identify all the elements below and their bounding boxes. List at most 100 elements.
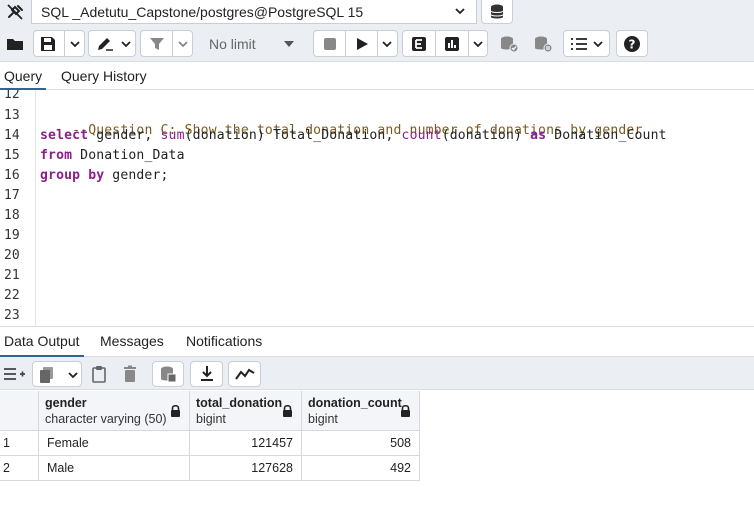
save-data-button[interactable] [152,361,184,387]
sql-text: Donation_Data [72,148,185,163]
cell-gender[interactable]: Male [39,456,190,481]
code-line: from Donation_Data [40,148,185,163]
query-tabs: Query Query History [0,63,754,90]
execute-button[interactable] [346,31,377,56]
cell-total-donation[interactable]: 127628 [190,456,302,481]
paste-icon [92,366,106,383]
result-tabs: Data Output Messages Notifications [0,326,754,357]
row-limit-value: No limit [209,35,256,52]
sql-text: (donation) [441,128,531,143]
lock-icon [283,404,292,417]
sql-keyword: as [530,128,547,143]
download-button[interactable] [190,361,223,387]
line-number: 13 [4,108,20,123]
copy-icon [40,367,53,383]
sql-text: (donation) Total_Donation, [184,128,402,143]
sql-keyword: group by [40,168,105,183]
chevron-down-icon [593,41,603,48]
explain-analyze-button[interactable] [436,31,468,56]
chevron-down-icon[interactable] [177,39,189,49]
stop-icon [323,37,336,50]
column-type: bigint [308,412,338,426]
tab-query[interactable]: Query [0,63,47,90]
bar-chart-icon [445,36,459,51]
column-header-total-donation[interactable]: total_donation bigint [190,391,302,431]
explain-group [402,30,488,57]
connection-select[interactable]: SQL _Adetutu_Capstone/postgres@PostgreSQ… [31,0,477,24]
lock-icon [171,404,180,417]
code-line: group by gender; [40,168,169,183]
row-limit-select[interactable]: No limit [199,30,306,57]
tab-data-output[interactable]: Data Output [0,327,84,357]
explain-button[interactable] [403,31,435,56]
paste-button[interactable] [86,361,112,387]
execute-group [313,30,398,57]
connection-bar: SQL _Adetutu_Capstone/postgres@PostgreSQ… [0,0,754,24]
plug-off-icon[interactable] [0,0,30,24]
tab-notifications[interactable]: Notifications [182,327,266,357]
commit-button[interactable] [493,30,525,57]
cell-gender[interactable]: Female [39,431,190,456]
chevron-down-icon[interactable] [381,39,393,49]
save-button[interactable] [33,30,85,57]
chevron-down-icon[interactable] [472,39,484,49]
sql-function: sum [160,128,185,143]
code-line: select gender, sum(donation) Total_Donat… [40,128,667,143]
sql-function: count [401,128,442,143]
cell-donation-count[interactable]: 508 [302,431,420,456]
database-icon[interactable] [481,0,513,24]
tab-query-history[interactable]: Query History [57,63,151,90]
macros-button[interactable] [563,30,610,57]
sql-editor[interactable]: 12 13 14 15 16 17 18 19 20 21 22 23 --Qu… [0,90,754,326]
help-button[interactable]: ? [616,30,648,57]
column-name: gender [45,396,87,410]
delete-button[interactable] [117,361,143,387]
line-number: 21 [4,268,20,283]
help-icon: ? [624,35,640,52]
open-file-button[interactable] [1,30,29,57]
line-number: 22 [4,288,20,303]
cell-total-donation[interactable]: 121457 [190,431,302,456]
svg-text:?: ? [629,37,636,51]
column-type: bigint [196,412,226,426]
floppy-disk-icon [41,37,55,51]
column-name: total_donation [196,396,283,410]
sql-keyword: from [40,148,73,163]
filter-icon [150,38,164,50]
line-number: 17 [4,188,20,203]
chevron-down-icon[interactable] [69,39,81,49]
trash-icon [124,365,136,382]
download-icon [200,366,213,381]
filter-button[interactable] [140,30,193,57]
database-rollback-icon [535,36,553,52]
sql-text: gender, [88,128,161,143]
row-number[interactable]: 2 [0,456,39,481]
cell-donation-count[interactable]: 492 [302,456,420,481]
folder-icon [7,38,23,50]
lock-icon [401,404,410,417]
line-number: 20 [4,248,20,263]
line-number: 23 [4,308,20,323]
chevron-down-icon[interactable] [67,370,79,380]
line-number: 19 [4,228,20,243]
rollback-button[interactable] [527,30,559,57]
line-number: 15 [4,148,20,163]
sql-keyword: select [40,128,89,143]
chevron-down-icon [121,41,131,48]
list-icon [571,38,587,50]
edit-button[interactable] [88,30,136,57]
tab-messages[interactable]: Messages [96,327,168,357]
sql-text: Donation_Count [546,128,667,143]
copy-button[interactable] [32,361,82,387]
explain-icon [412,36,426,51]
database-save-icon [161,366,177,383]
column-header-gender[interactable]: gender character varying (50) [39,391,190,431]
column-header-donation-count[interactable]: donation_count bigint [302,391,420,431]
line-number: 16 [4,168,20,183]
row-number[interactable]: 1 [0,431,39,456]
stop-button[interactable] [314,31,345,56]
add-row-button[interactable] [0,361,28,387]
line-number-gutter: 12 13 14 15 16 17 18 19 20 21 22 23 [0,90,36,326]
column-name: donation_count [308,396,402,410]
graph-button[interactable] [228,361,261,387]
